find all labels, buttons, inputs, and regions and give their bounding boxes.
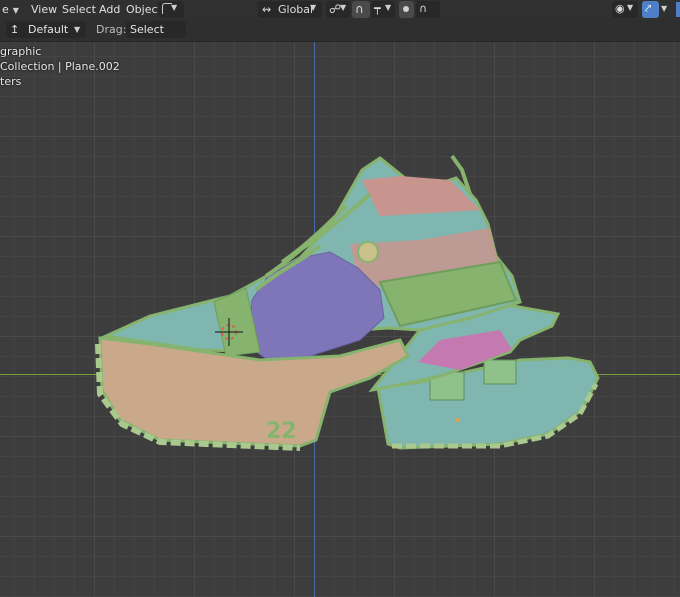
eyelet-ring bbox=[357, 241, 379, 263]
upper-pink-panel bbox=[362, 176, 480, 216]
origin-dot bbox=[456, 418, 460, 422]
shoe-model[interactable]: 22 SPRING 22 bbox=[0, 0, 680, 597]
spring-right bbox=[483, 359, 517, 385]
platform-sole bbox=[98, 336, 410, 448]
heel-number-text: 22 bbox=[266, 419, 297, 444]
